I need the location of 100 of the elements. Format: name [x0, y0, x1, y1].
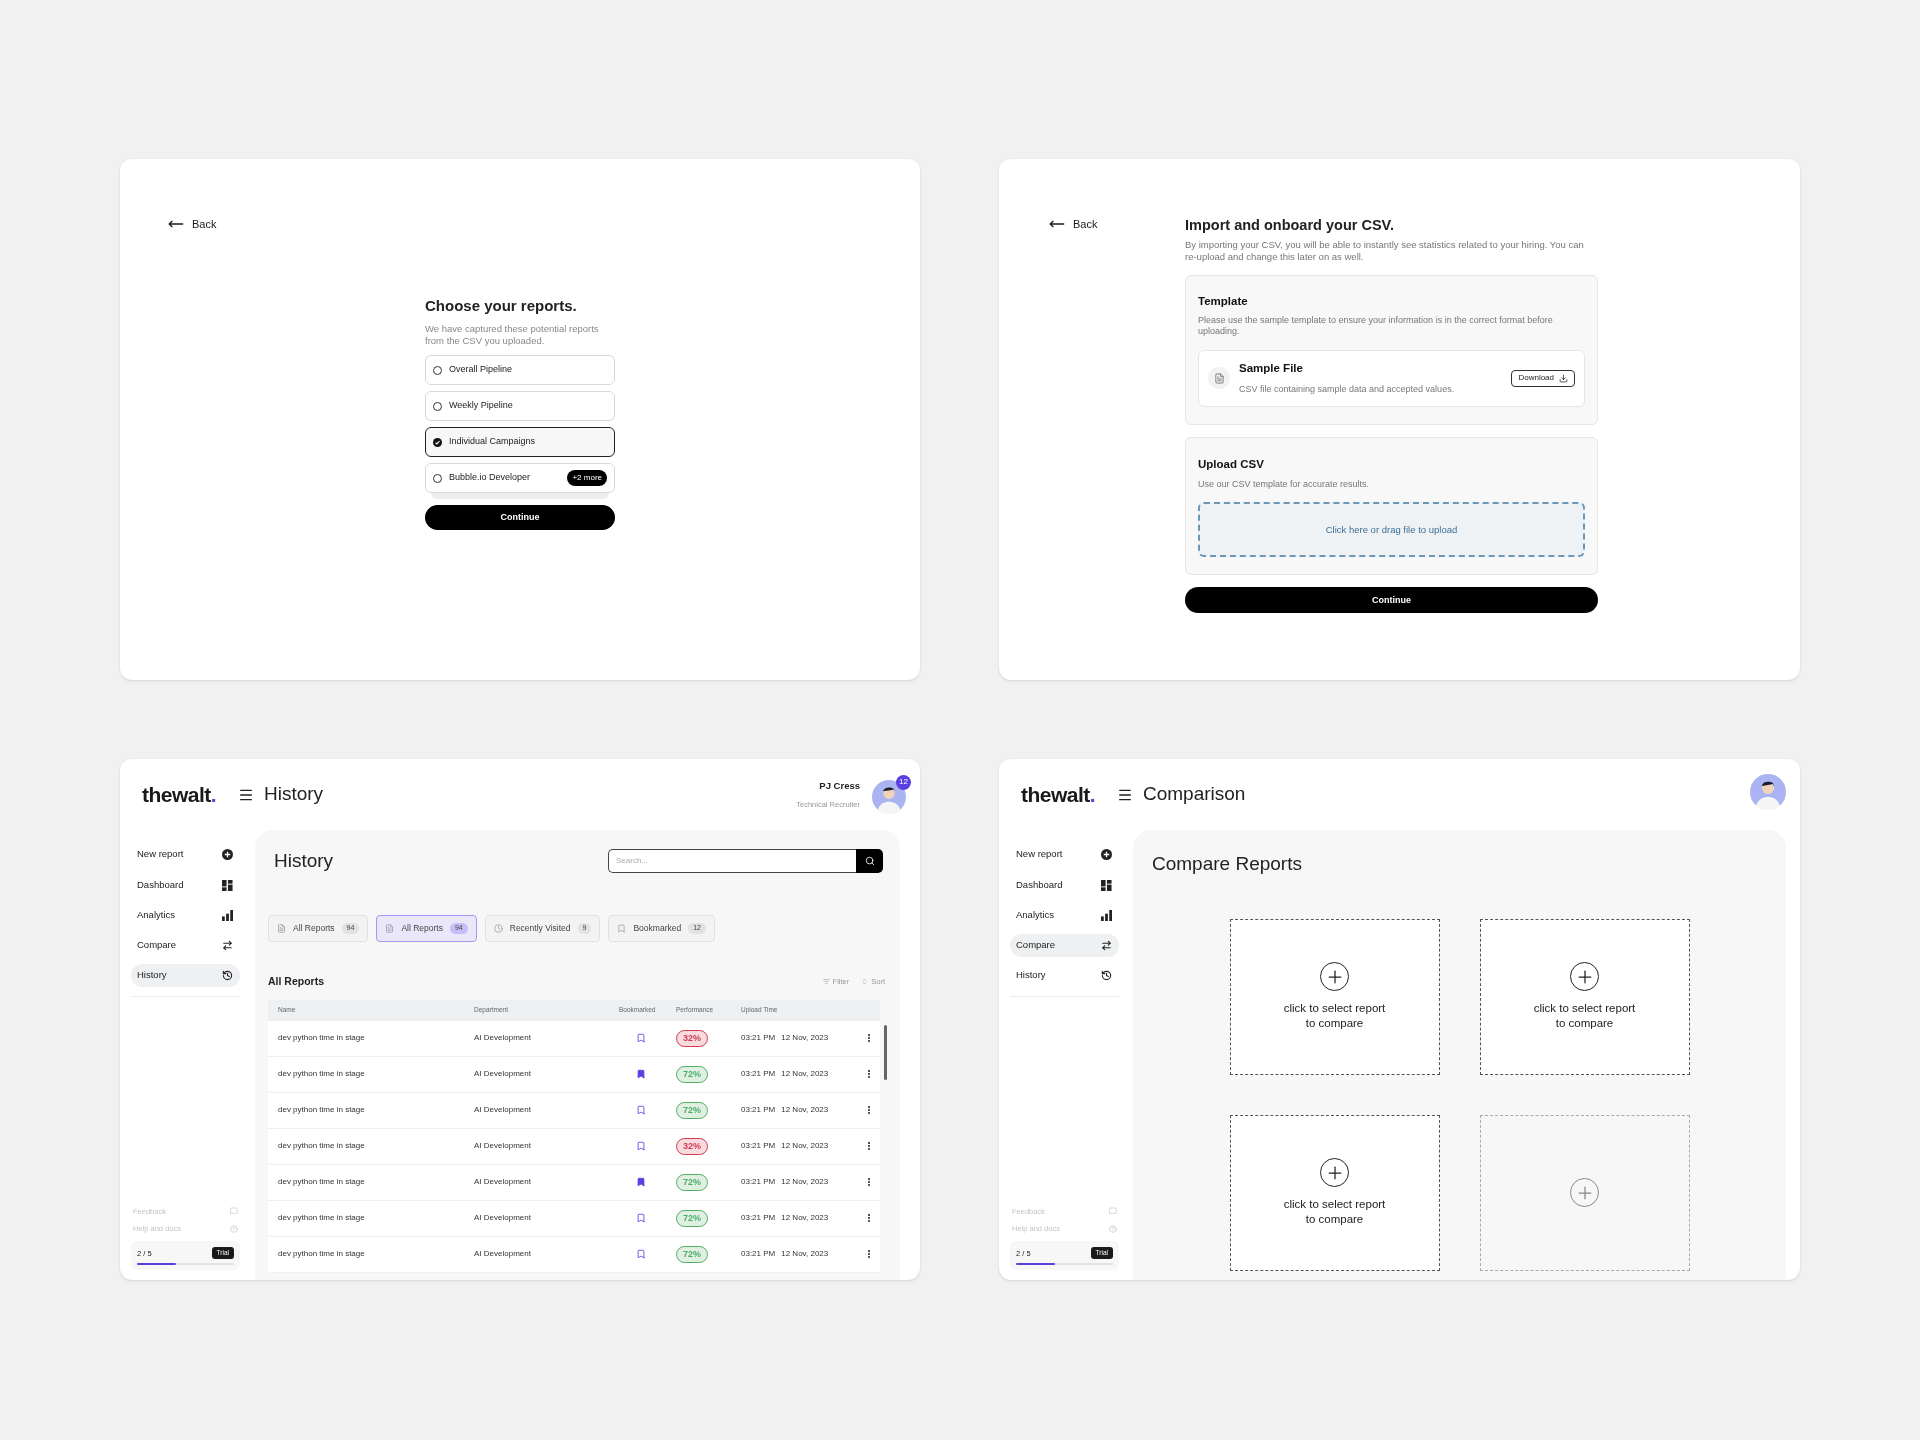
history-icon	[222, 970, 233, 981]
report-slot[interactable]: click to select report to compare	[1229, 918, 1440, 1075]
bookmark-icon[interactable]	[635, 1213, 646, 1224]
file-name: Sample File	[1239, 361, 1304, 377]
sidebar-item[interactable]: Compare	[1010, 934, 1119, 957]
table-cell-text: AI Development	[474, 1212, 532, 1225]
sidebar-item[interactable]: History	[1010, 964, 1119, 987]
download-button[interactable]: Download	[1511, 369, 1575, 387]
performance-badge: 72%	[676, 1245, 708, 1263]
table-cell: 03:21 PM	[741, 1032, 776, 1045]
sidebar-item[interactable]: New report	[1010, 843, 1119, 866]
performance-badge: 72%	[676, 1101, 708, 1119]
filter-icon	[822, 978, 830, 986]
bar-chart-icon	[222, 910, 233, 921]
message-icon	[1109, 1207, 1117, 1216]
bookmark-icon[interactable]	[635, 1069, 646, 1080]
heading: Compare Reports	[1152, 852, 1303, 876]
bookmark-icon	[617, 924, 627, 933]
report-option[interactable]: Individual Campaigns	[425, 427, 615, 457]
performance-badge: 72%	[676, 1173, 708, 1191]
bookmark-icon[interactable]	[635, 1249, 646, 1260]
report-option[interactable]: Overall Pipeline	[425, 355, 615, 385]
logo: thewalt.	[142, 784, 216, 805]
bookmark-icon[interactable]	[635, 1105, 646, 1116]
avatar-icon	[872, 779, 906, 814]
upload-title: Upload CSV	[1198, 456, 1265, 472]
table-cell: 03:21 PM	[741, 1176, 776, 1189]
table-cell-text: dev python time in stage	[277, 1104, 366, 1117]
table-cell-text: AI Development	[474, 1104, 532, 1117]
template-description: Please use the sample template to ensure your information is in the correct format before uploading.	[1198, 315, 1554, 338]
add-circle-icon	[222, 849, 233, 860]
help-icon	[230, 1224, 238, 1233]
title: Choose your reports.	[425, 296, 578, 316]
bar-chart-icon	[1101, 910, 1112, 921]
table-cell: 12 Nov, 2023	[781, 1248, 829, 1261]
report-slot[interactable]: click to select report to compare	[1479, 918, 1690, 1075]
table-cell: 03:21 PM	[741, 1248, 776, 1261]
add-circle-icon	[1101, 849, 1112, 860]
table-cell-text: dev python time in stage	[277, 1212, 366, 1225]
table-cell: 12 Nov, 2023	[781, 1032, 829, 1045]
avatar-icon	[1750, 773, 1786, 810]
notification-badge: 12	[896, 774, 911, 790]
history-icon	[1101, 970, 1112, 981]
search-field[interactable]: Search...	[608, 849, 856, 873]
continue-button[interactable]: Continue	[1185, 587, 1598, 614]
back-link[interactable]: Back	[168, 216, 217, 233]
table-cell: 12 Nov, 2023	[781, 1104, 829, 1117]
title: Import and onboard your CSV.	[1185, 216, 1395, 235]
section-title: All Reports	[268, 974, 324, 989]
logo: thewalt.	[1021, 784, 1095, 805]
search-button[interactable]	[856, 849, 883, 873]
table-cell: 03:21 PM	[741, 1140, 776, 1153]
table-cell-text: AI Development	[474, 1176, 532, 1189]
sidebar-item[interactable]: Dashboard	[131, 874, 240, 897]
continue-button[interactable]: Continue	[425, 505, 615, 530]
sidebar-item[interactable]: Analytics	[1010, 904, 1119, 927]
arrows-icon	[1101, 940, 1112, 951]
table-cell-text: dev python time in stage	[277, 1140, 366, 1153]
bookmark-icon[interactable]	[635, 1141, 646, 1152]
scrollbar-thumb[interactable]	[884, 1024, 887, 1080]
page-title: History	[264, 782, 324, 807]
performance-badge: 72%	[676, 1065, 708, 1083]
dashboard-icon	[1101, 880, 1112, 891]
dashboard-icon	[222, 880, 233, 891]
help-icon	[1109, 1224, 1117, 1233]
sidebar-item[interactable]: History	[131, 964, 240, 987]
heading: History	[274, 848, 334, 873]
back-link[interactable]: Back	[1049, 216, 1098, 233]
table-cell-text: AI Development	[474, 1068, 532, 1081]
performance-badge: 32%	[676, 1137, 708, 1155]
table-cell-text: AI Development	[474, 1140, 532, 1153]
upload-dropzone[interactable]: Click here or drag file to upload	[1198, 502, 1585, 558]
clock-icon	[493, 924, 503, 933]
subtitle: By importing your CSV, you will be able to instantly see statistics related to your hiring. You can re-upload and change this later on as well.	[1185, 239, 1585, 263]
upload-description: Use our CSV template for accurate results.	[1198, 477, 1371, 491]
document-icon	[277, 924, 286, 933]
sidebar-item[interactable]: New report	[131, 843, 240, 866]
user-name: PJ Cress	[819, 779, 860, 794]
performance-badge: 72%	[676, 1209, 708, 1227]
download-icon	[1559, 373, 1568, 383]
message-icon	[230, 1207, 238, 1216]
table-cell-text: AI Development	[474, 1032, 532, 1045]
document-icon	[385, 924, 395, 933]
bookmark-icon[interactable]	[635, 1033, 646, 1044]
sidebar-item[interactable]: Dashboard	[1010, 874, 1119, 897]
report-option[interactable]: Bubble.io Developer +2 more	[425, 463, 615, 493]
table-cell-text: dev python time in stage	[277, 1176, 366, 1189]
sidebar-item[interactable]: Compare	[131, 934, 240, 957]
table-cell-text: dev python time in stage	[277, 1248, 366, 1261]
template-title: Template	[1198, 293, 1249, 309]
report-slot[interactable]: click to select report to compare	[1229, 1114, 1440, 1271]
performance-badge: 32%	[676, 1029, 708, 1047]
file-icon	[1208, 367, 1230, 390]
sidebar-item[interactable]: Analytics	[131, 904, 240, 927]
subtitle: We have captured these potential reports from the CSV you uploaded.	[425, 323, 600, 347]
report-option[interactable]: Weekly Pipeline	[425, 391, 615, 421]
more-badge: +2 more	[567, 470, 607, 486]
table-cell: 12 Nov, 2023	[781, 1140, 829, 1153]
bookmark-icon[interactable]	[635, 1177, 646, 1188]
page-title: Comparison	[1143, 782, 1246, 807]
